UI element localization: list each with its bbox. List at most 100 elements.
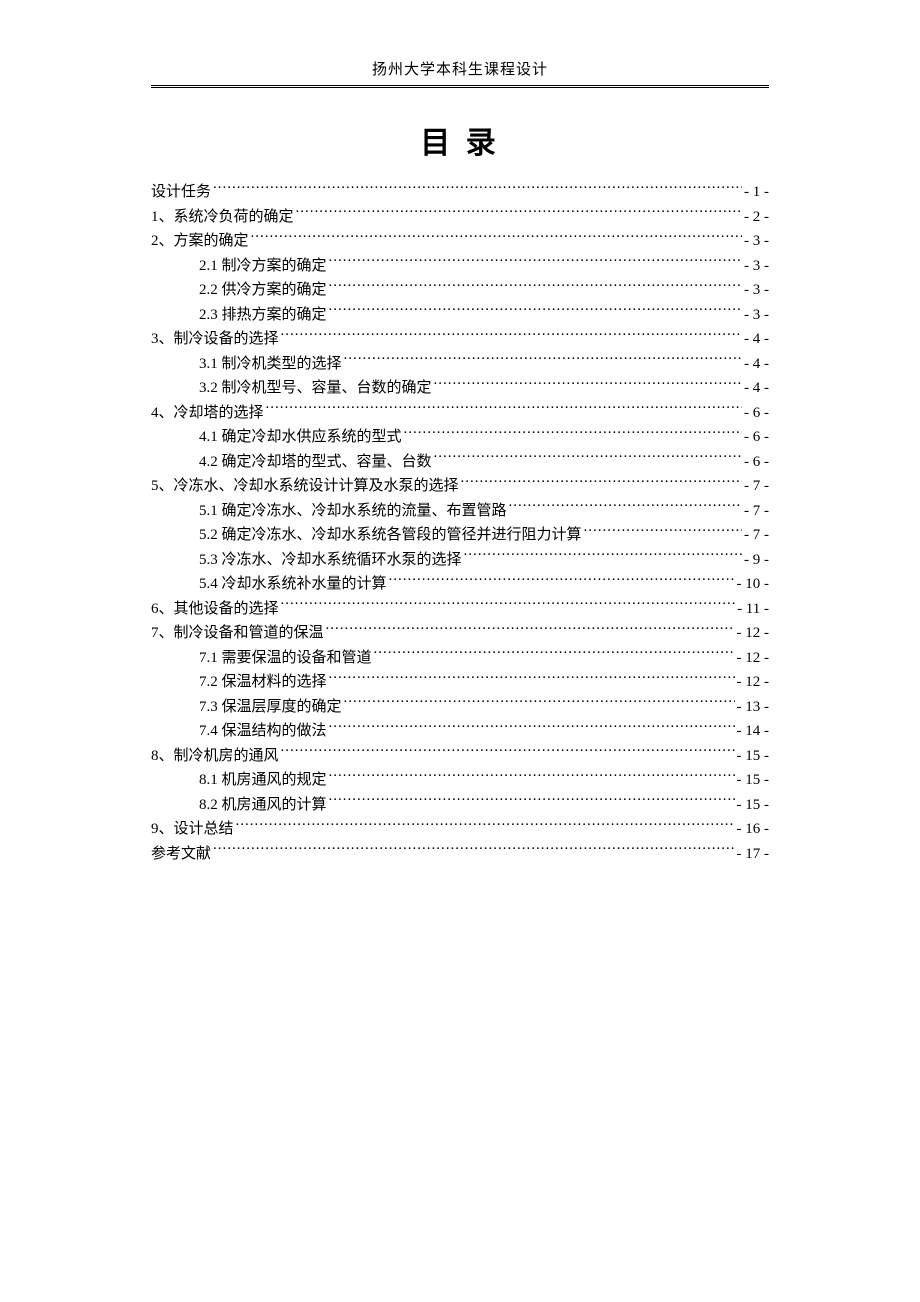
toc-item-page: - 4 - [744,327,769,352]
toc-leader-dots [329,720,735,735]
toc-item-page: - 12 - [737,646,770,671]
toc-item: 6、其他设备的选择 - 11 - [151,597,769,622]
toc-item-label: 5.2 确定冷冻水、冷却水系统各管段的管径并进行阻力计算 [199,523,582,548]
toc-item-label: 3.2 制冷机型号、容量、台数的确定 [199,376,432,401]
toc-item-label: 8.2 机房通风的计算 [199,793,327,818]
toc-container: 设计任务- 1 -1、系统冷负荷的确定- 2 -2、方案的确定- 3 -2.1 … [151,180,769,866]
toc-item: 2.2 供冷方案的确定 - 3 - [151,278,769,303]
toc-leader-dots [296,206,742,221]
toc-item: 1、系统冷负荷的确定 - 2 - [151,205,769,230]
toc-item-label: 7.4 保温结构的做法 [199,719,327,744]
toc-item-page: - 7 - [744,523,769,548]
toc-leader-dots [326,622,735,637]
toc-item-page: - 3 - [744,229,769,254]
toc-item-label: 8.1 机房通风的规定 [199,768,327,793]
toc-item: 5、冷冻水、冷却水系统设计计算及水泵的选择- 7 - [151,474,769,499]
toc-leader-dots [213,181,742,196]
toc-item-page: - 16 - [737,817,770,842]
toc-item-page: - 1 - [744,180,769,205]
toc-item-page: - 15 - [737,793,770,818]
toc-leader-dots [404,426,742,441]
toc-leader-dots [389,573,735,588]
toc-item-page: - 15 - [737,768,770,793]
toc-item: 7.4 保温结构的做法 - 14 - [151,719,769,744]
toc-item: 4.2 确定冷却塔的型式、容量、台数 - 6 - [151,450,769,475]
toc-item-label: 4.1 确定冷却水供应系统的型式 [199,425,402,450]
toc-item: 9、设计总结- 16 - [151,817,769,842]
toc-item-label: 5.1 确定冷冻水、冷却水系统的流量、布置管路 [199,499,507,524]
toc-leader-dots [344,353,742,368]
toc-item-label: 参考文献 [151,842,211,867]
toc-item-page: - 4 - [744,352,769,377]
toc-item: 2.3 排热方案的确定 - 3 - [151,303,769,328]
toc-item-page: - 4 - [744,376,769,401]
toc-item-page: - 12 - [737,621,770,646]
toc-leader-dots [213,843,734,858]
toc-leader-dots [266,402,742,417]
toc-item: 3、制冷设备的选择 - 4 - [151,327,769,352]
toc-item-label: 6、其他设备的选择 [151,597,279,622]
toc-item-label: 4.2 确定冷却塔的型式、容量、台数 [199,450,432,475]
toc-item: 3.2 制冷机型号、容量、台数的确定 - 4 - [151,376,769,401]
toc-item: 设计任务 - 1 - [151,180,769,205]
toc-item-label: 1、系统冷负荷的确定 [151,205,294,230]
toc-item-label: 2.3 排热方案的确定 [199,303,327,328]
toc-item: 2.1 制冷方案的确定 - 3 - [151,254,769,279]
toc-item: 8.1 机房通风的规定 - 15 - [151,768,769,793]
toc-item-label: 2、方案的确定 [151,229,249,254]
header-underline [151,85,769,88]
toc-item-label: 3、制冷设备的选择 [151,327,279,352]
toc-leader-dots [251,230,742,245]
toc-item: 5.2 确定冷冻水、冷却水系统各管段的管径并进行阻力计算 - 7 - [151,523,769,548]
toc-item-page: - 15 - [737,744,770,769]
toc-leader-dots [329,255,742,270]
toc-leader-dots [281,598,736,613]
toc-leader-dots [236,818,735,833]
toc-leader-dots [329,671,735,686]
toc-leader-dots [329,304,742,319]
toc-leader-dots [509,500,742,515]
toc-leader-dots [329,769,735,784]
toc-item-page: - 12 - [737,670,770,695]
toc-leader-dots [464,549,742,564]
toc-item: 7、制冷设备和管道的保温- 12 - [151,621,769,646]
toc-item: 参考文献 - 17 - [151,842,769,867]
toc-item-page: - 7 - [744,499,769,524]
toc-item-label: 2.2 供冷方案的确定 [199,278,327,303]
toc-item-page: - 3 - [744,303,769,328]
toc-item: 2、方案的确定 - 3 - [151,229,769,254]
toc-item-page: - 9 - [744,548,769,573]
toc-leader-dots [281,328,742,343]
toc-item-label: 4、冷却塔的选择 [151,401,264,426]
toc-item-label: 7.2 保温材料的选择 [199,670,327,695]
toc-leader-dots [281,745,735,760]
toc-item-page: - 14 - [737,719,770,744]
toc-item-page: - 2 - [744,205,769,230]
toc-item-page: - 3 - [744,278,769,303]
toc-item-label: 设计任务 [151,180,211,205]
toc-item: 7.2 保温材料的选择 - 12 - [151,670,769,695]
toc-item: 5.3 冷冻水、冷却水系统循环水泵的选择- 9 - [151,548,769,573]
toc-item-page: - 3 - [744,254,769,279]
page-header-title: 扬州大学本科生课程设计 [0,58,920,79]
toc-leader-dots [461,475,742,490]
toc-item: 8、制冷机房的通风 - 15 - [151,744,769,769]
toc-leader-dots [434,377,742,392]
toc-item-label: 7.1 需要保温的设备和管道 [199,646,372,671]
toc-item: 7.1 需要保温的设备和管道 - 12 - [151,646,769,671]
toc-item: 5.1 确定冷冻水、冷却水系统的流量、布置管路 - 7 - [151,499,769,524]
toc-item-label: 7.3 保温层厚度的确定 [199,695,342,720]
toc-item-page: - 6 - [744,425,769,450]
toc-item-page: - 6 - [744,450,769,475]
toc-item-label: 2.1 制冷方案的确定 [199,254,327,279]
toc-item: 4、冷却塔的选择- 6 - [151,401,769,426]
toc-leader-dots [329,794,735,809]
toc-main-title: 目 录 [0,118,920,162]
toc-leader-dots [374,647,735,662]
toc-item-page: - 11 - [737,597,769,622]
toc-item: 3.1 制冷机类型的选择- 4 - [151,352,769,377]
toc-item: 5.4 冷却水系统补水量的计算- 10 - [151,572,769,597]
toc-item-label: 8、制冷机房的通风 [151,744,279,769]
toc-item-label: 5、冷冻水、冷却水系统设计计算及水泵的选择 [151,474,459,499]
toc-item-page: - 17 - [737,842,770,867]
